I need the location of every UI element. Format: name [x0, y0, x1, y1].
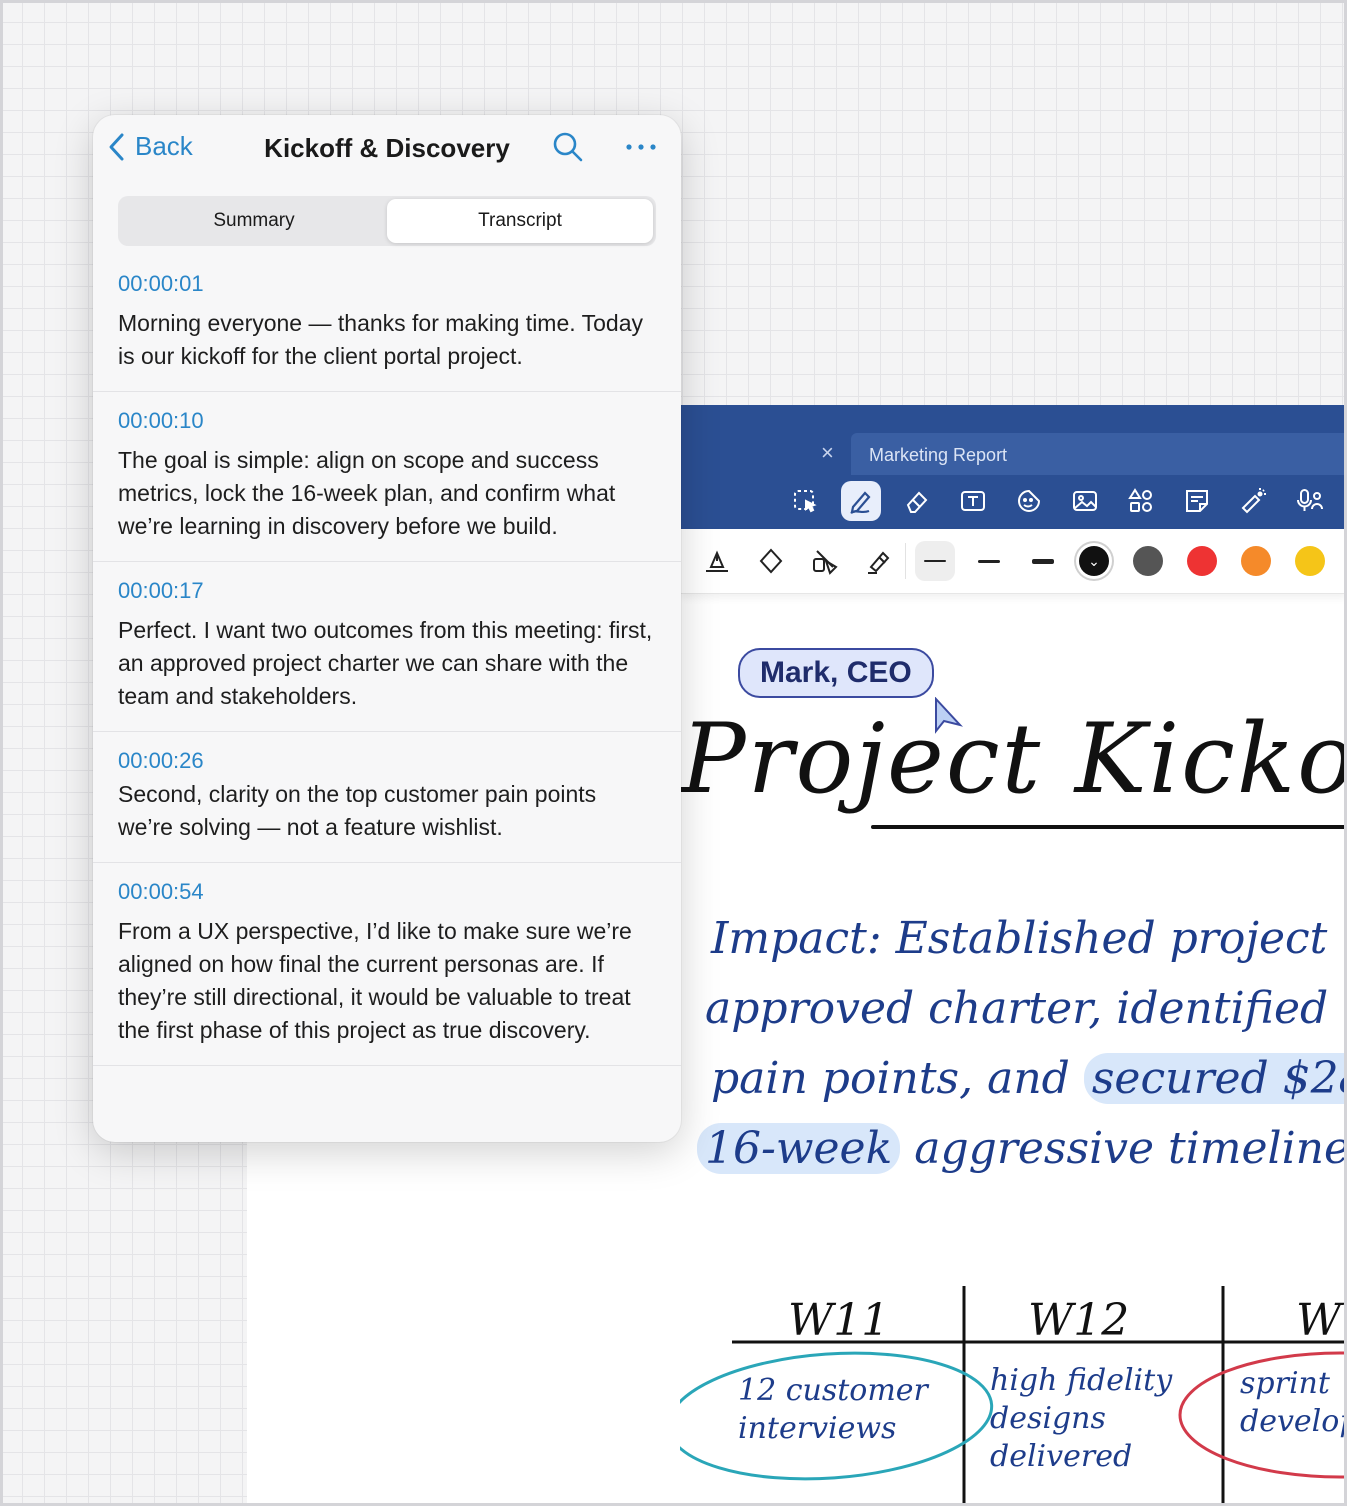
entry-text: Perfect. I want two outcomes from this m…: [118, 617, 653, 709]
impact-line-3: pain points, and secured $28: [711, 1053, 1347, 1104]
chevron-down-icon: ⌄: [1088, 552, 1100, 569]
transcript-entry[interactable]: 00:00:54 From a UX perspective, I’d like…: [93, 863, 681, 1066]
stroke-thick[interactable]: [1023, 541, 1063, 581]
cell-high-fidelity-designs: high fidelity designs delivered: [990, 1363, 1173, 1474]
tab-transcript[interactable]: Transcript: [387, 199, 653, 243]
stroke-medium[interactable]: [969, 541, 1009, 581]
panel-title: Kickoff & Discovery: [264, 133, 510, 163]
highlighter-pen-icon[interactable]: [859, 541, 899, 581]
tab-summary[interactable]: Summary: [121, 199, 387, 243]
sticker-icon[interactable]: [1009, 481, 1049, 521]
impact-line-4-text: aggressive timeline.: [914, 1123, 1347, 1174]
color-swatch-orange[interactable]: [1241, 546, 1271, 576]
voice-record-icon[interactable]: [1289, 481, 1329, 521]
entry-timestamp[interactable]: 00:00:01: [118, 271, 656, 297]
pen-options-bar: ⌄: [681, 529, 1347, 594]
laser-pointer-icon[interactable]: [1233, 481, 1273, 521]
image-icon[interactable]: [1065, 481, 1105, 521]
transcript-panel: Back Kickoff & Discovery Summary Transcr…: [93, 115, 681, 1142]
text-box-icon[interactable]: [953, 481, 993, 521]
more-options-icon[interactable]: [623, 133, 659, 161]
stroke-thin[interactable]: [915, 541, 955, 581]
sticky-note-icon[interactable]: [1177, 481, 1217, 521]
transcript-entry[interactable]: 00:00:10 The goal is simple: align on sc…: [93, 392, 681, 562]
tab-label: Marketing Report: [869, 445, 1008, 465]
entry-text: Morning everyone — thanks for making tim…: [118, 310, 643, 369]
entry-text: From a UX perspective, I’d like to make …: [118, 918, 632, 1043]
pen-icon[interactable]: [841, 481, 881, 521]
column-header-w12: W12: [1028, 1295, 1130, 1346]
handwritten-title: Project Kickoff: [681, 703, 1347, 815]
color-swatch-black[interactable]: ⌄: [1079, 546, 1109, 576]
impact-line-2: approved charter, identified: [705, 983, 1329, 1034]
column-header-w13: W: [1296, 1295, 1342, 1346]
impact-line-4: 16-week aggressive timeline.: [697, 1123, 1347, 1174]
ballpoint-pen-icon[interactable]: [751, 541, 791, 581]
entry-text: Second, clarity on the top customer pain…: [118, 781, 597, 840]
shapes-icon[interactable]: [1121, 481, 1161, 521]
column-header-w11: W11: [788, 1295, 890, 1346]
collaborator-cursor-icon: [935, 697, 964, 734]
entry-text: The goal is simple: align on scope and s…: [118, 447, 616, 539]
tool-row: [785, 481, 1329, 521]
brush-pen-icon[interactable]: [805, 541, 845, 581]
color-swatch-gray[interactable]: [1133, 546, 1163, 576]
transcript-entry[interactable]: 00:00:17 Perfect. I want two outcomes fr…: [93, 562, 681, 732]
highlight-16-week: 16-week: [697, 1123, 901, 1174]
cell-sprint-develop: sprint develop: [1240, 1366, 1347, 1439]
highlight-secured: secured $28: [1083, 1053, 1347, 1104]
entry-timestamp[interactable]: 00:00:26: [118, 748, 656, 774]
lasso-select-icon[interactable]: [785, 481, 825, 521]
eraser-icon[interactable]: [897, 481, 937, 521]
impact-line-3-text: pain points, and: [711, 1053, 1070, 1104]
collaborator-presence-label: Mark, CEO: [738, 648, 934, 698]
cell-customer-interviews: 12 customer interviews: [738, 1373, 928, 1446]
document-toolbar: × Marketing Report: [681, 405, 1347, 529]
panel-navigation-bar: Back Kickoff & Discovery: [93, 115, 681, 181]
summary-transcript-segmented-control: Summary Transcript: [118, 196, 656, 246]
impact-line-1: Impact: Established project: [711, 913, 1328, 964]
transcript-entry[interactable]: 00:00:01 Morning everyone — thanks for m…: [93, 255, 681, 392]
fountain-pen-icon[interactable]: [697, 541, 737, 581]
entry-timestamp[interactable]: 00:00:54: [118, 879, 656, 905]
toolbar-divider: [905, 543, 906, 579]
entry-timestamp[interactable]: 00:00:17: [118, 578, 656, 604]
transcript-entry[interactable]: 00:00:26 Second, clarity on the top cust…: [93, 732, 681, 863]
color-swatch-yellow[interactable]: [1295, 546, 1325, 576]
color-swatch-red[interactable]: [1187, 546, 1217, 576]
close-tab-icon[interactable]: ×: [821, 441, 834, 465]
search-icon[interactable]: [552, 131, 584, 163]
transcript-list: 00:00:01 Morning everyone — thanks for m…: [93, 255, 681, 1066]
title-underline: [871, 825, 1347, 829]
entry-timestamp[interactable]: 00:00:10: [118, 408, 656, 434]
